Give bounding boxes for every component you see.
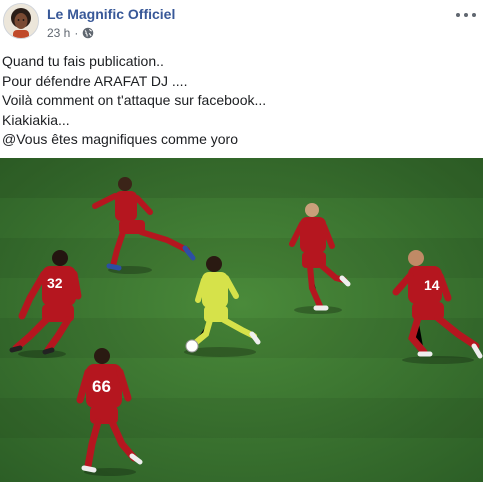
meta-separator: ·: [74, 26, 79, 40]
post-meta: 23 h ·: [47, 26, 94, 40]
post-header: Le Magnific Officiel 23 h ·: [0, 0, 483, 50]
post-text-line: Quand tu fais publication..: [2, 53, 164, 69]
avatar[interactable]: [3, 3, 39, 39]
post-photo[interactable]: 32 66 14: [0, 158, 483, 482]
post-text-line: Voilà comment on t'attaque sur facebook.…: [2, 92, 267, 108]
post-text-line: Kiakiakia...: [2, 111, 70, 128]
jersey-number: 14: [424, 277, 440, 293]
jersey-number: 32: [47, 275, 63, 291]
post-timestamp[interactable]: 23 h: [47, 26, 70, 40]
post-text-line: @Vous êtes magnifiques comme yoro: [2, 131, 238, 147]
globe-icon[interactable]: [82, 27, 94, 39]
post-author-name[interactable]: Le Magnific Officiel: [47, 6, 175, 22]
football: [185, 339, 199, 353]
jersey-number: 66: [92, 377, 111, 396]
post-text-line: Pour défendre ARAFAT DJ ....: [2, 72, 188, 89]
post-text: Quand tu fais publication.. Pour défendr…: [2, 52, 478, 150]
more-dots-icon[interactable]: [455, 8, 477, 20]
